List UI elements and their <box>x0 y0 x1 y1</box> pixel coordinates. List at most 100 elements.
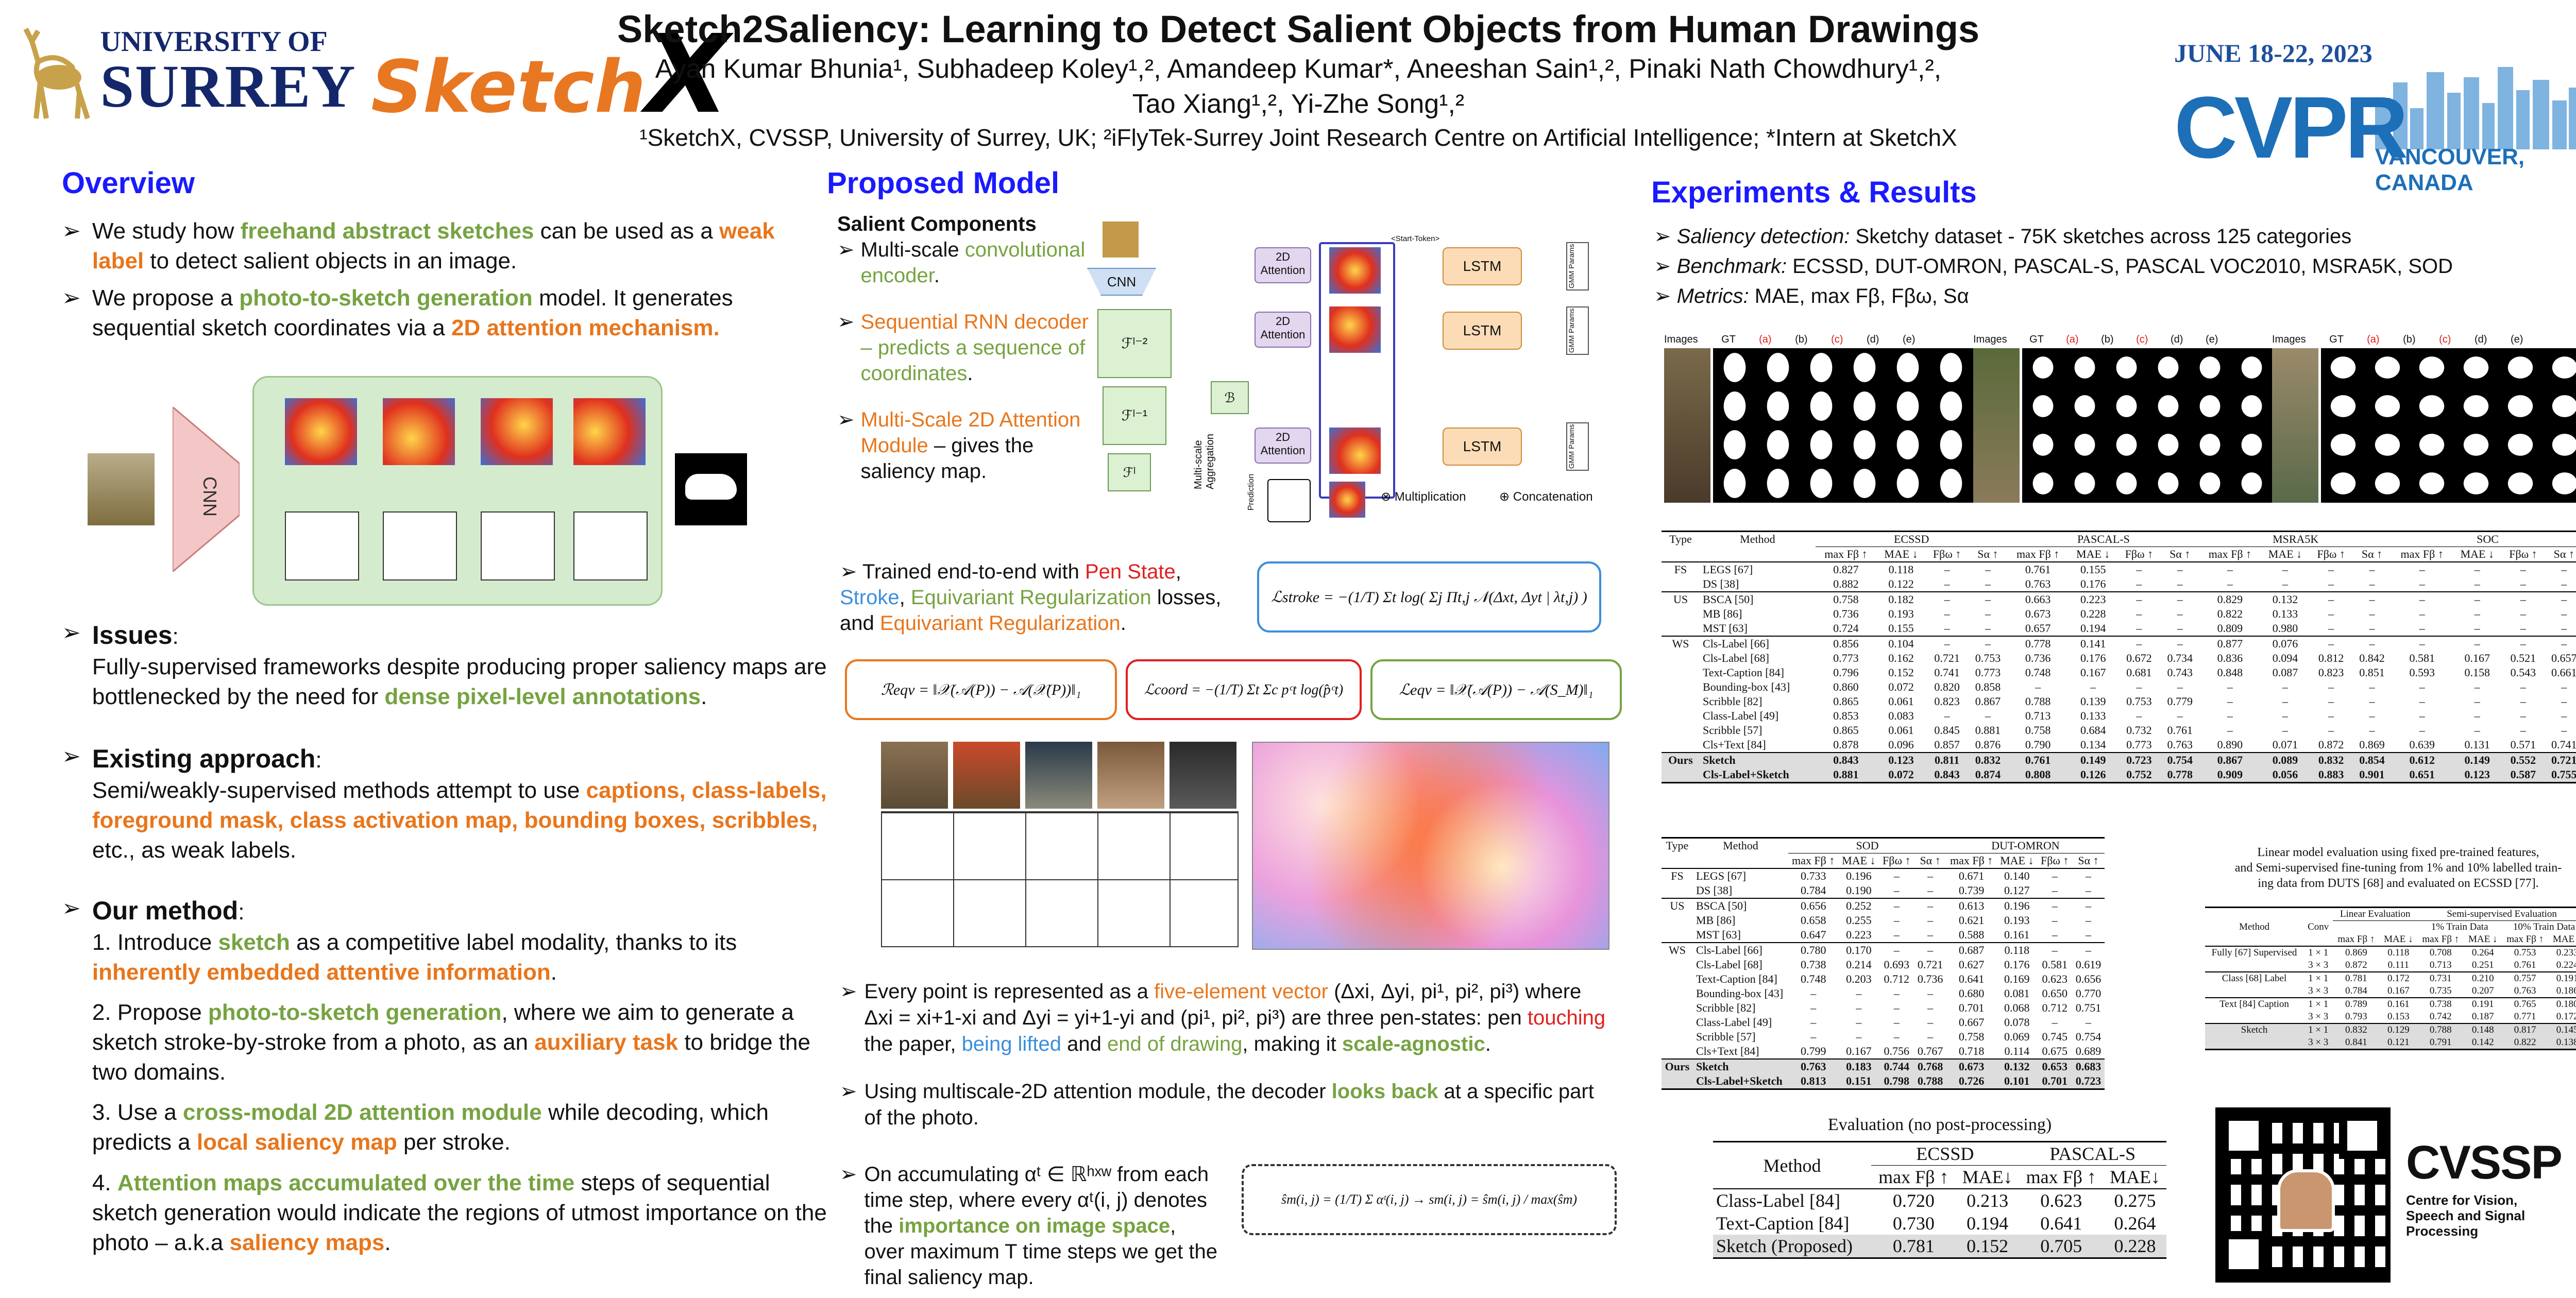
text: Trained end-to-end with <box>862 560 1085 583</box>
value-cell: – <box>2520 724 2526 737</box>
input-photo <box>88 453 155 525</box>
value-cell: 0.675 <box>2042 1045 2067 1057</box>
method-cell: Cls-Label [66] <box>1692 942 1789 958</box>
value-cell: 0.845 <box>1934 724 1960 737</box>
value-cell: 0.770 <box>2075 987 2102 1000</box>
value-cell: – <box>1927 987 1934 1000</box>
cvssp-sub-1: Centre for Vision, <box>2406 1192 2518 1208</box>
method-cell: Bounding-box [43] <box>1703 680 1790 693</box>
lstm-1: LSTM <box>1443 247 1522 285</box>
type-cell <box>1662 738 1700 753</box>
surrey-logo: UNIVERSITY OF SURREY <box>15 21 366 129</box>
value-cell: 0.170 <box>1838 942 1879 958</box>
value-cell: – <box>2310 561 2352 577</box>
highlight: freehand abstract sketches <box>240 218 534 244</box>
value-cell: – <box>2282 577 2288 590</box>
value-cell: 0.684 <box>2080 724 2106 737</box>
value-cell: – <box>1927 1001 1934 1014</box>
value-cell: 0.162 <box>1888 652 1914 664</box>
arrow-icon: ➢ <box>1654 285 1677 308</box>
text: 3. Use a <box>92 1100 183 1125</box>
table-row: Cls-Label [68] 0.738 0.214 0.693 0.721 0.627 0… <box>1662 958 2105 972</box>
table-linear-eval: Method Conv Linear Evaluation Semi-supervis… <box>2205 907 2576 1050</box>
table-row: Scribble [82] 0.865 0.061 0.823 0.867 0.788 0.… <box>1662 694 2576 709</box>
value-cell: – <box>1944 622 1950 635</box>
value-cell: – <box>2310 636 2352 651</box>
header-cell <box>1700 547 1816 562</box>
table-row: Text [84] Caption 1 × 1 0.789 0.161 0.738 0.1… <box>2205 997 2576 1011</box>
metric-header: Sα ↑ <box>2553 548 2574 560</box>
prediction-label: Prediction <box>1247 474 1256 511</box>
qr-code[interactable] <box>2215 1107 2391 1283</box>
value-cell: 0.744 <box>1879 1058 1914 1074</box>
value-cell: – <box>1927 884 1934 897</box>
grid-sketches <box>881 811 1239 947</box>
value-cell: 0.151 <box>1838 1074 1879 1089</box>
method-cell <box>2205 985 2303 998</box>
value-cell: – <box>1893 928 1900 941</box>
arrow-icon: ➢ <box>62 744 81 769</box>
header-cell: SOC <box>2392 531 2576 547</box>
salient-components: Salient Components ➢ Multi-scale convolut… <box>837 211 1105 484</box>
value-cell: 0.848 <box>2217 666 2243 679</box>
highlight: Equivariant Regularization <box>879 612 1121 635</box>
value-cell: 0.071 <box>2272 738 2298 751</box>
text: and <box>1061 1033 1108 1056</box>
saliency-blob <box>685 474 737 500</box>
value-cell: – <box>2136 680 2142 693</box>
value-cell: – <box>1856 1030 1862 1043</box>
value-cell: – <box>2052 914 2058 927</box>
arrow-icon: ➢ <box>840 980 857 1003</box>
arrow-icon: ➢ <box>62 620 81 645</box>
value-cell: – <box>2452 561 2502 577</box>
value-cell: 0.663 <box>2007 591 2069 607</box>
value-cell: 0.736 <box>2025 652 2051 664</box>
table-row: Text-Caption [84] 0.796 0.152 0.741 0.773 0.7… <box>1662 665 2576 680</box>
highlight: Equivariant Regularization <box>910 586 1151 609</box>
metric-header: max Fβ ↑ <box>2208 548 2252 560</box>
attention-map-1 <box>285 398 357 465</box>
method-cell: Class-Label [49] <box>1696 1016 1772 1029</box>
value-cell: 0.822 <box>2217 607 2243 620</box>
component-3: ➢ Multi-Scale 2D Attention Module – gives… <box>837 407 1105 484</box>
table-row: FS LEGS [67] 0.827 0.118– –0.761 0.155– – – – – – –… <box>1662 561 2576 577</box>
value-cell: 0.619 <box>2075 958 2102 971</box>
value-cell: 0.827 <box>1815 561 1876 577</box>
value-cell: – <box>2052 928 2058 941</box>
value-cell: 0.683 <box>2072 1058 2105 1074</box>
value-cell: – <box>2561 577 2567 590</box>
method-cell: Fully [67] Supervised <box>2205 946 2304 959</box>
value-cell: 0.791 <box>2429 1037 2452 1048</box>
text: Multi-scale <box>860 238 965 261</box>
value-cell: – <box>2369 724 2375 737</box>
value-cell: – <box>2328 607 2334 620</box>
cvpr-date: JUNE 18-22, 2023 <box>2174 39 2372 67</box>
value-cell: 0.876 <box>1975 738 2001 751</box>
value-cell: – <box>2544 636 2576 651</box>
value-cell: 0.593 <box>2409 666 2435 679</box>
value-cell: 0.781 <box>1892 1236 1935 1256</box>
value-cell: – <box>2328 695 2334 708</box>
value-cell: 0.087 <box>2272 666 2298 679</box>
value-cell: 0.767 <box>1917 1045 1943 1057</box>
text: . <box>1485 1033 1491 1056</box>
arrow-icon: ➢ <box>840 1080 857 1103</box>
components-title: Salient Components <box>837 213 1037 235</box>
value-cell: 0.673 <box>1946 1058 1997 1074</box>
attention-panel <box>252 376 663 606</box>
table4-caption: Evaluation (no post-processing) <box>1827 1115 2052 1134</box>
value-cell: 0.853 <box>1833 709 1859 722</box>
value-cell: – <box>2310 591 2352 607</box>
header-cell: PASCAL-S <box>2007 531 2200 547</box>
method-cell: Class-Label [49] <box>1703 709 1779 722</box>
value-cell: 0.780 <box>1788 942 1839 958</box>
qual-photos-3 <box>2272 348 2318 503</box>
type-cell: FS <box>1662 868 1693 883</box>
attention-heatmap-2 <box>1329 306 1381 353</box>
value-cell: 0.121 <box>2387 1037 2410 1048</box>
sketchx-logo: SketchX <box>371 15 729 134</box>
value-cell: 0.152 <box>1967 1236 2009 1256</box>
value-cell: 0.687 <box>1946 942 1997 958</box>
value-cell: – <box>2282 695 2288 708</box>
header-cell: ECSSD <box>1871 1141 2019 1166</box>
